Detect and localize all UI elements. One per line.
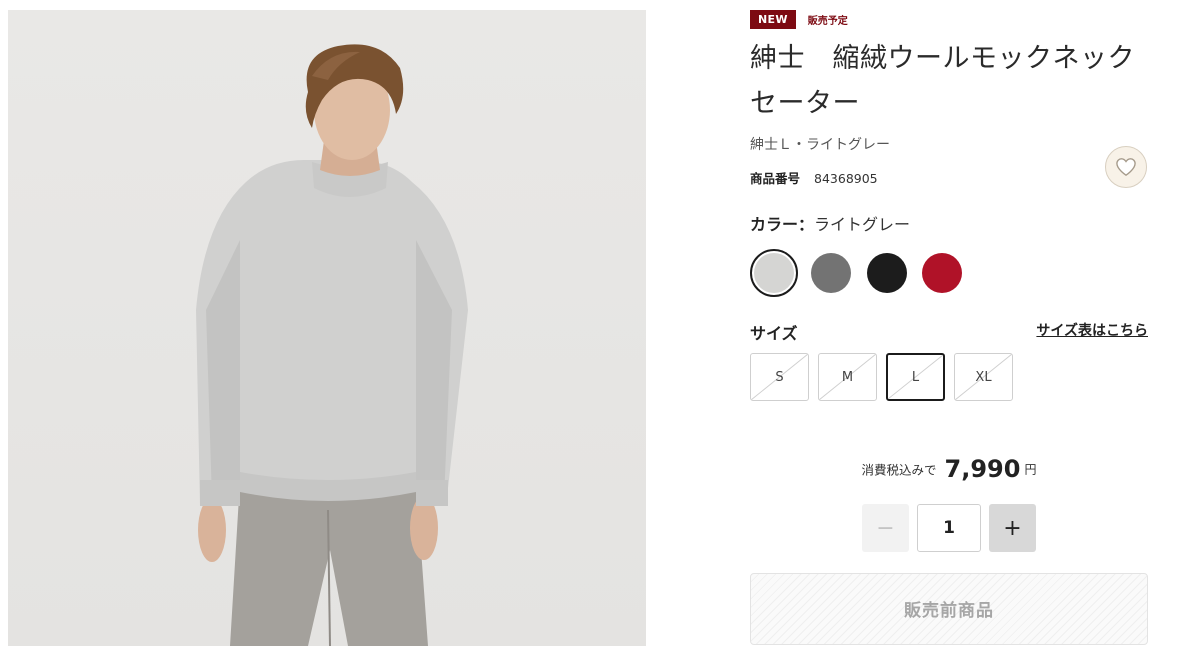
product-title: 紳士 縮絨ウールモックネックセーター (750, 43, 1135, 119)
badge-row: NEW 販売予定 (750, 9, 848, 29)
favorite-button[interactable] (1105, 146, 1147, 188)
size-option-label: S (775, 369, 784, 385)
size-option-s[interactable]: S (750, 353, 809, 401)
size-option-label: XL (975, 369, 992, 385)
product-code-row: 商品番号 84368905 (750, 168, 878, 187)
model-figure (196, 44, 468, 646)
price-unit: 円 (1024, 462, 1037, 477)
product-code-value: 84368905 (814, 171, 878, 186)
color-label: カラー： (750, 215, 815, 234)
size-option-label: L (911, 369, 920, 385)
size-label: サイズ (750, 324, 798, 343)
product-photo (8, 10, 646, 646)
color-heading: カラー：ライトグレー (750, 211, 910, 235)
color-swatch-red[interactable] (918, 249, 966, 297)
price-row: 消費税込みで 7,990 円 (750, 455, 1148, 483)
color-swatch-black[interactable] (863, 249, 911, 297)
size-option-m[interactable]: M (818, 353, 877, 401)
status-badge: 販売予定 (807, 15, 848, 27)
quantity-decrease-button[interactable]: − (862, 504, 909, 552)
add-to-cart-button[interactable]: 販売前商品 (750, 573, 1148, 645)
size-chart-link[interactable]: サイズ表はこちら (1036, 320, 1148, 340)
size-option-l[interactable]: L (886, 353, 945, 401)
color-swatch-gray[interactable] (807, 249, 855, 297)
new-badge: NEW (750, 9, 796, 29)
product-code-label: 商品番号 (750, 171, 801, 186)
price-amount: 7,990 (944, 455, 1021, 483)
size-option-xl[interactable]: XL (954, 353, 1013, 401)
product-info-panel: NEW 販売予定 紳士 縮絨ウールモックネックセーター 紳士Ｌ・ライトグレー 商… (750, 0, 1148, 646)
quantity-value[interactable]: 1 (917, 504, 981, 552)
color-swatch-light-gray[interactable] (750, 249, 798, 297)
heart-icon (1116, 158, 1136, 176)
color-selected-value: ライトグレー (814, 215, 911, 234)
size-heading-row: サイズ サイズ表はこちら (750, 320, 1148, 343)
quantity-increase-button[interactable]: + (989, 504, 1036, 552)
size-option-label: M (841, 369, 854, 385)
price-prefix: 消費税込みで (861, 462, 937, 478)
variant-label: 紳士Ｌ・ライトグレー (750, 137, 890, 153)
